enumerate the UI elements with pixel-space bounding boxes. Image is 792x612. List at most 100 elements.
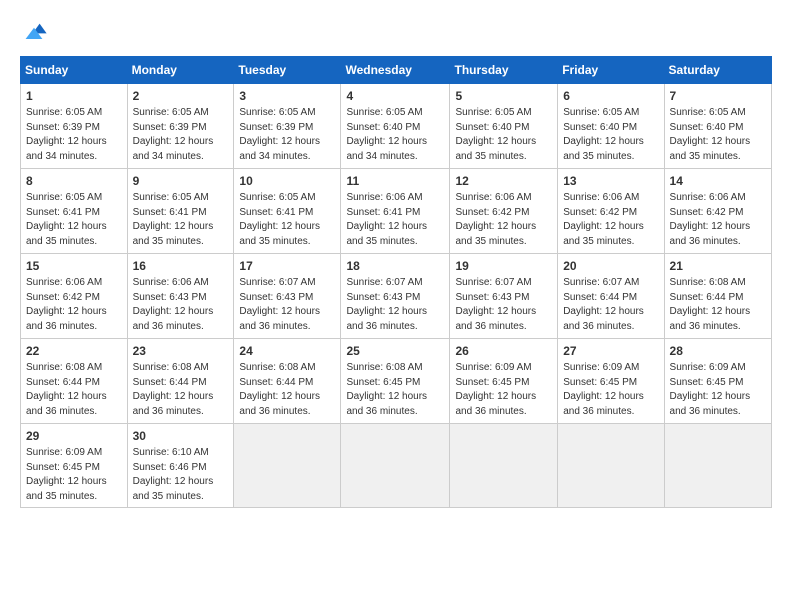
day-header-thursday: Thursday	[450, 57, 558, 84]
cell-info: Sunrise: 6:07 AMSunset: 6:43 PMDaylight:…	[455, 277, 536, 332]
cell-info: Sunrise: 6:09 AMSunset: 6:45 PMDaylight:…	[455, 362, 536, 417]
cell-info: Sunrise: 6:07 AMSunset: 6:43 PMDaylight:…	[239, 277, 320, 332]
day-number: 2	[133, 88, 229, 104]
day-number: 21	[670, 258, 766, 274]
cell-info: Sunrise: 6:08 AMSunset: 6:44 PMDaylight:…	[133, 362, 214, 417]
logo	[20, 18, 52, 46]
day-number: 7	[670, 88, 766, 104]
cell-info: Sunrise: 6:05 AMSunset: 6:40 PMDaylight:…	[563, 107, 644, 162]
calendar-cell: 5 Sunrise: 6:05 AMSunset: 6:40 PMDayligh…	[450, 84, 558, 169]
cell-info: Sunrise: 6:05 AMSunset: 6:40 PMDaylight:…	[455, 107, 536, 162]
day-header-monday: Monday	[127, 57, 234, 84]
day-number: 25	[346, 343, 444, 359]
calendar-cell: 26 Sunrise: 6:09 AMSunset: 6:45 PMDaylig…	[450, 339, 558, 424]
calendar-cell: 30 Sunrise: 6:10 AMSunset: 6:46 PMDaylig…	[127, 424, 234, 508]
day-number: 26	[455, 343, 552, 359]
day-number: 15	[26, 258, 122, 274]
cell-info: Sunrise: 6:05 AMSunset: 6:39 PMDaylight:…	[26, 107, 107, 162]
calendar-cell	[234, 424, 341, 508]
week-row-3: 15 Sunrise: 6:06 AMSunset: 6:42 PMDaylig…	[21, 254, 772, 339]
calendar-cell: 14 Sunrise: 6:06 AMSunset: 6:42 PMDaylig…	[664, 169, 771, 254]
day-number: 4	[346, 88, 444, 104]
cell-info: Sunrise: 6:09 AMSunset: 6:45 PMDaylight:…	[26, 447, 107, 502]
calendar-cell: 13 Sunrise: 6:06 AMSunset: 6:42 PMDaylig…	[558, 169, 664, 254]
day-number: 14	[670, 173, 766, 189]
calendar-cell: 27 Sunrise: 6:09 AMSunset: 6:45 PMDaylig…	[558, 339, 664, 424]
cell-info: Sunrise: 6:09 AMSunset: 6:45 PMDaylight:…	[670, 362, 751, 417]
calendar-cell: 28 Sunrise: 6:09 AMSunset: 6:45 PMDaylig…	[664, 339, 771, 424]
day-header-wednesday: Wednesday	[341, 57, 450, 84]
cell-info: Sunrise: 6:06 AMSunset: 6:43 PMDaylight:…	[133, 277, 214, 332]
cell-info: Sunrise: 6:05 AMSunset: 6:41 PMDaylight:…	[133, 192, 214, 247]
cell-info: Sunrise: 6:08 AMSunset: 6:44 PMDaylight:…	[670, 277, 751, 332]
calendar-cell: 1 Sunrise: 6:05 AMSunset: 6:39 PMDayligh…	[21, 84, 128, 169]
cell-info: Sunrise: 6:05 AMSunset: 6:39 PMDaylight:…	[239, 107, 320, 162]
day-number: 17	[239, 258, 335, 274]
week-row-2: 8 Sunrise: 6:05 AMSunset: 6:41 PMDayligh…	[21, 169, 772, 254]
calendar-cell: 12 Sunrise: 6:06 AMSunset: 6:42 PMDaylig…	[450, 169, 558, 254]
day-number: 5	[455, 88, 552, 104]
logo-icon	[20, 18, 48, 46]
day-number: 29	[26, 428, 122, 444]
cell-info: Sunrise: 6:07 AMSunset: 6:44 PMDaylight:…	[563, 277, 644, 332]
cell-info: Sunrise: 6:09 AMSunset: 6:45 PMDaylight:…	[563, 362, 644, 417]
week-row-1: 1 Sunrise: 6:05 AMSunset: 6:39 PMDayligh…	[21, 84, 772, 169]
cell-info: Sunrise: 6:05 AMSunset: 6:40 PMDaylight:…	[346, 107, 427, 162]
calendar-cell: 7 Sunrise: 6:05 AMSunset: 6:40 PMDayligh…	[664, 84, 771, 169]
cell-info: Sunrise: 6:08 AMSunset: 6:44 PMDaylight:…	[26, 362, 107, 417]
calendar-cell: 16 Sunrise: 6:06 AMSunset: 6:43 PMDaylig…	[127, 254, 234, 339]
cell-info: Sunrise: 6:05 AMSunset: 6:41 PMDaylight:…	[26, 192, 107, 247]
calendar-cell: 22 Sunrise: 6:08 AMSunset: 6:44 PMDaylig…	[21, 339, 128, 424]
day-header-saturday: Saturday	[664, 57, 771, 84]
calendar-cell: 15 Sunrise: 6:06 AMSunset: 6:42 PMDaylig…	[21, 254, 128, 339]
calendar-cell: 21 Sunrise: 6:08 AMSunset: 6:44 PMDaylig…	[664, 254, 771, 339]
calendar-cell: 4 Sunrise: 6:05 AMSunset: 6:40 PMDayligh…	[341, 84, 450, 169]
calendar-cell: 17 Sunrise: 6:07 AMSunset: 6:43 PMDaylig…	[234, 254, 341, 339]
day-number: 20	[563, 258, 658, 274]
cell-info: Sunrise: 6:08 AMSunset: 6:45 PMDaylight:…	[346, 362, 427, 417]
cell-info: Sunrise: 6:05 AMSunset: 6:40 PMDaylight:…	[670, 107, 751, 162]
days-header-row: SundayMondayTuesdayWednesdayThursdayFrid…	[21, 57, 772, 84]
day-header-friday: Friday	[558, 57, 664, 84]
cell-info: Sunrise: 6:06 AMSunset: 6:42 PMDaylight:…	[455, 192, 536, 247]
cell-info: Sunrise: 6:10 AMSunset: 6:46 PMDaylight:…	[133, 447, 214, 502]
header	[20, 18, 772, 46]
day-number: 16	[133, 258, 229, 274]
day-number: 12	[455, 173, 552, 189]
page: SundayMondayTuesdayWednesdayThursdayFrid…	[0, 0, 792, 612]
day-number: 24	[239, 343, 335, 359]
day-number: 8	[26, 173, 122, 189]
cell-info: Sunrise: 6:06 AMSunset: 6:42 PMDaylight:…	[670, 192, 751, 247]
cell-info: Sunrise: 6:06 AMSunset: 6:42 PMDaylight:…	[26, 277, 107, 332]
calendar-cell: 25 Sunrise: 6:08 AMSunset: 6:45 PMDaylig…	[341, 339, 450, 424]
cell-info: Sunrise: 6:06 AMSunset: 6:41 PMDaylight:…	[346, 192, 427, 247]
week-row-4: 22 Sunrise: 6:08 AMSunset: 6:44 PMDaylig…	[21, 339, 772, 424]
calendar-cell: 10 Sunrise: 6:05 AMSunset: 6:41 PMDaylig…	[234, 169, 341, 254]
day-number: 28	[670, 343, 766, 359]
day-number: 6	[563, 88, 658, 104]
day-number: 18	[346, 258, 444, 274]
calendar-cell: 8 Sunrise: 6:05 AMSunset: 6:41 PMDayligh…	[21, 169, 128, 254]
calendar-cell: 3 Sunrise: 6:05 AMSunset: 6:39 PMDayligh…	[234, 84, 341, 169]
day-number: 11	[346, 173, 444, 189]
calendar-cell	[558, 424, 664, 508]
calendar-cell	[341, 424, 450, 508]
day-number: 9	[133, 173, 229, 189]
cell-info: Sunrise: 6:05 AMSunset: 6:39 PMDaylight:…	[133, 107, 214, 162]
calendar-cell: 20 Sunrise: 6:07 AMSunset: 6:44 PMDaylig…	[558, 254, 664, 339]
calendar-cell: 19 Sunrise: 6:07 AMSunset: 6:43 PMDaylig…	[450, 254, 558, 339]
cell-info: Sunrise: 6:08 AMSunset: 6:44 PMDaylight:…	[239, 362, 320, 417]
calendar-cell	[450, 424, 558, 508]
calendar-cell: 6 Sunrise: 6:05 AMSunset: 6:40 PMDayligh…	[558, 84, 664, 169]
day-number: 19	[455, 258, 552, 274]
calendar-table: SundayMondayTuesdayWednesdayThursdayFrid…	[20, 56, 772, 508]
week-row-5: 29 Sunrise: 6:09 AMSunset: 6:45 PMDaylig…	[21, 424, 772, 508]
calendar-cell	[664, 424, 771, 508]
day-number: 30	[133, 428, 229, 444]
calendar-cell: 11 Sunrise: 6:06 AMSunset: 6:41 PMDaylig…	[341, 169, 450, 254]
day-header-tuesday: Tuesday	[234, 57, 341, 84]
day-number: 13	[563, 173, 658, 189]
calendar-cell: 29 Sunrise: 6:09 AMSunset: 6:45 PMDaylig…	[21, 424, 128, 508]
cell-info: Sunrise: 6:06 AMSunset: 6:42 PMDaylight:…	[563, 192, 644, 247]
cell-info: Sunrise: 6:07 AMSunset: 6:43 PMDaylight:…	[346, 277, 427, 332]
